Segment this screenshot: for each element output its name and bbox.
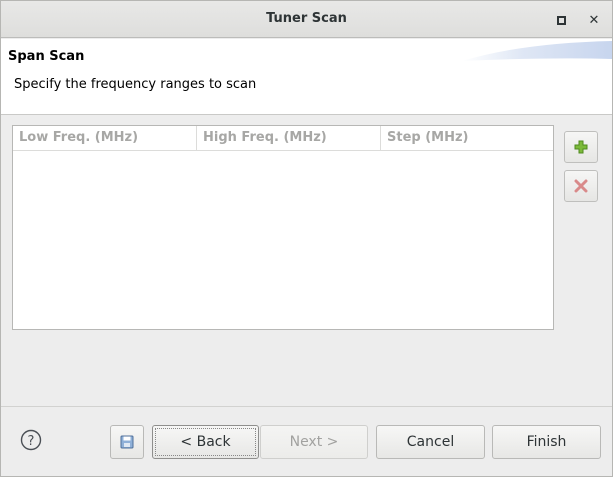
window-title: Tuner Scan [266,11,347,26]
footer-separator [1,406,612,407]
column-high-freq[interactable]: High Freq. (MHz) [197,126,381,151]
red-x-icon [574,179,588,193]
back-button[interactable]: < Back [152,425,259,459]
wizard-title: Span Scan [8,49,85,64]
help-button[interactable]: ? [20,429,42,451]
wizard-header: Span Scan Specify the frequency ranges t… [1,39,612,115]
wizard-banner-graphic [462,41,612,61]
cancel-button[interactable]: Cancel [376,425,485,459]
frequency-ranges-table[interactable]: Low Freq. (MHz) High Freq. (MHz) Step (M… [12,125,554,330]
add-range-button[interactable] [564,131,598,163]
close-icon[interactable]: ✕ [583,9,605,31]
wizard-description: Specify the frequency ranges to scan [14,77,257,92]
next-button[interactable]: Next > [260,425,368,459]
finish-button[interactable]: Finish [492,425,601,459]
floppy-disk-icon [120,435,134,449]
tuner-scan-dialog: Tuner Scan ✕ Span Scan Specify the frequ… [0,0,613,477]
svg-text:?: ? [28,434,35,449]
remove-range-button[interactable] [564,170,598,202]
title-bar[interactable]: Tuner Scan ✕ [1,1,612,38]
column-step[interactable]: Step (MHz) [381,126,553,151]
table-header: Low Freq. (MHz) High Freq. (MHz) Step (M… [13,126,553,151]
question-mark-icon: ? [20,429,42,451]
maximize-icon[interactable] [550,9,572,31]
column-low-freq[interactable]: Low Freq. (MHz) [13,126,197,151]
plus-icon [574,140,588,154]
save-button[interactable] [110,425,144,459]
